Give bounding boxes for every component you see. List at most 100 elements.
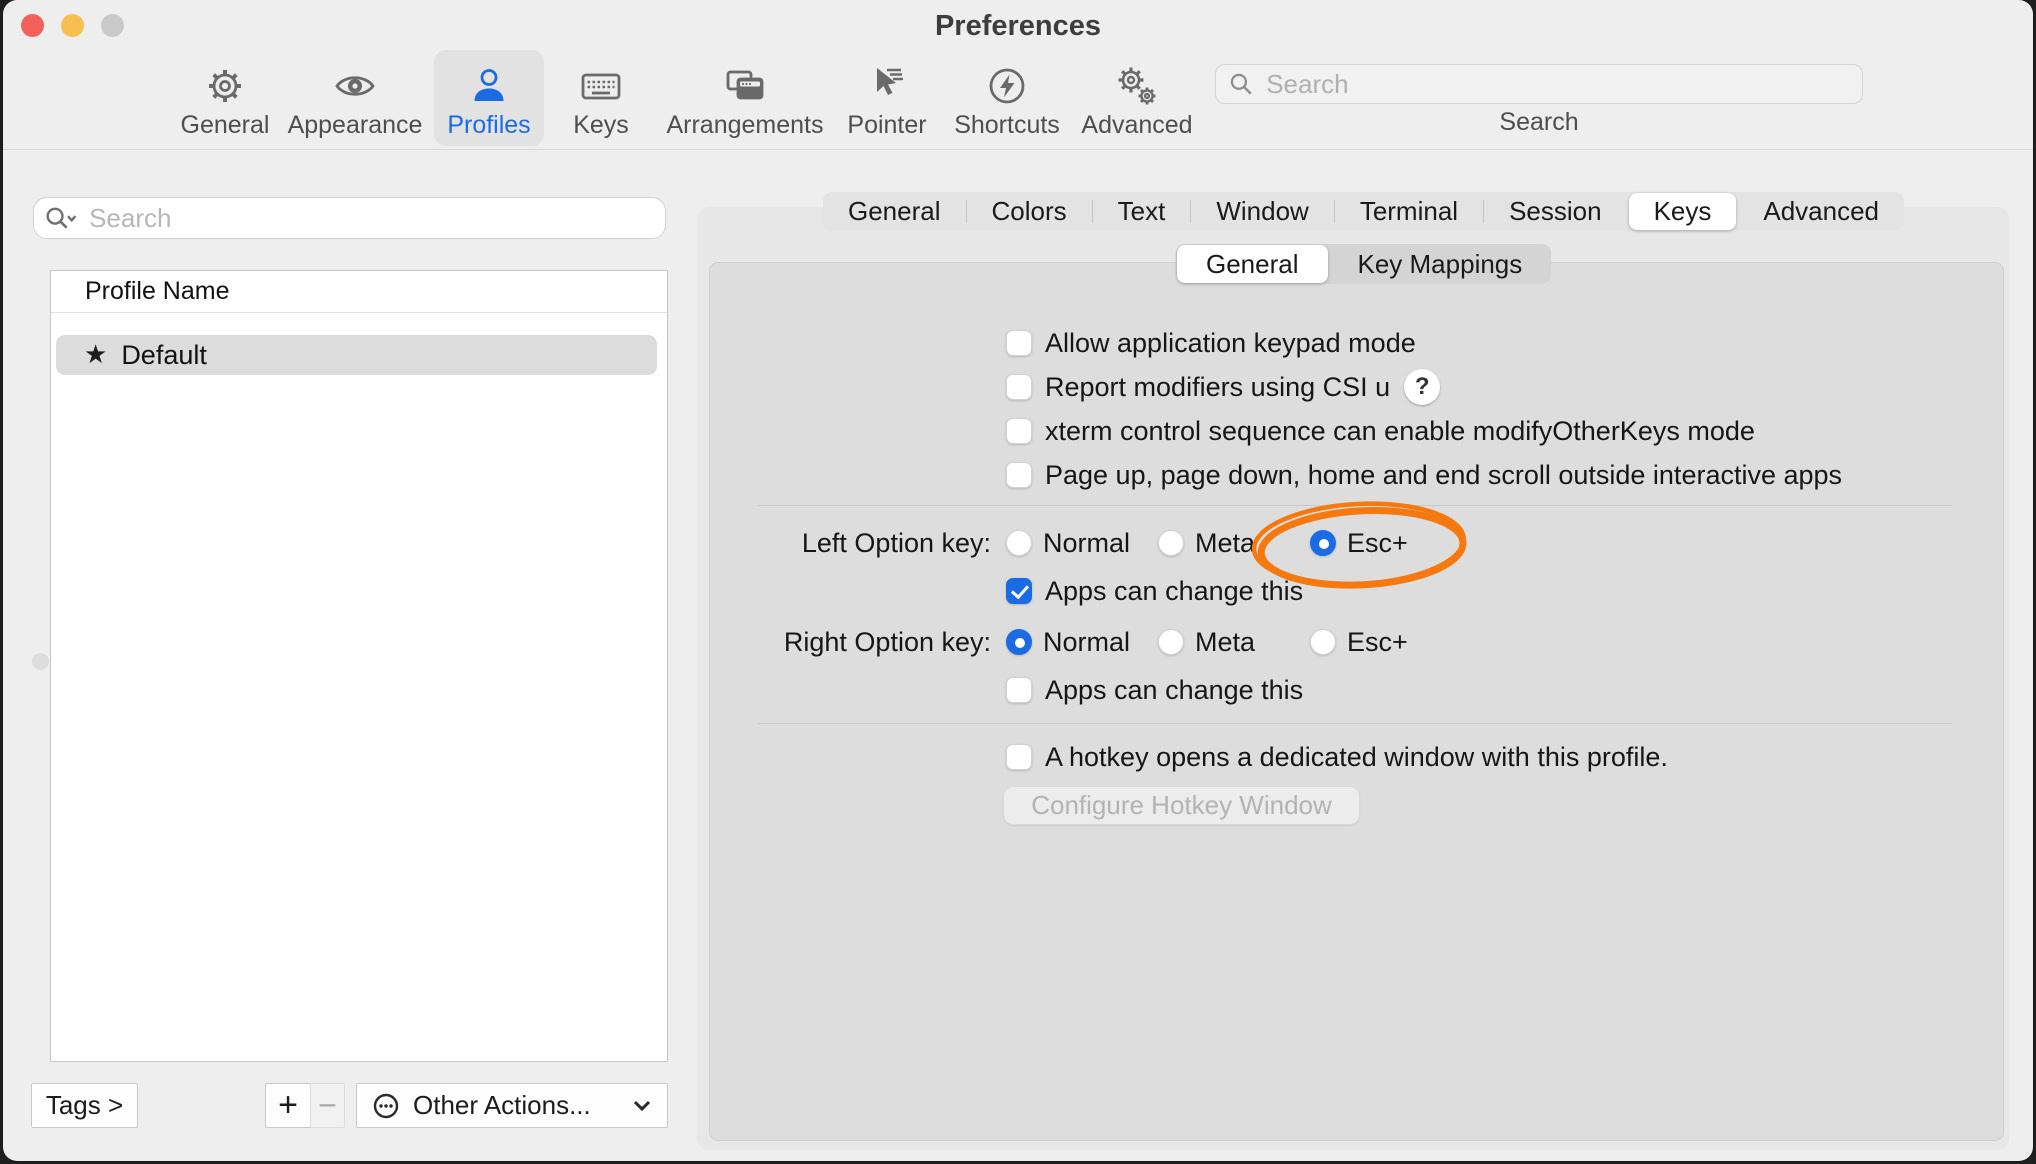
toolbar-search-label: Search (1215, 108, 1863, 137)
tags-button[interactable]: Tags > (31, 1083, 138, 1128)
toolbar-item-label: Advanced (1081, 111, 1192, 139)
radio-button[interactable] (1006, 629, 1032, 655)
section-divider (758, 505, 1952, 506)
tab-advanced[interactable]: Advanced (1738, 192, 1904, 231)
lightning-icon (985, 64, 1029, 108)
radio-label: Normal (1043, 627, 1130, 658)
toolbar-item-label: Appearance (288, 111, 423, 139)
remove-profile-button[interactable]: − (310, 1083, 345, 1128)
row-csi-u: Report modifiers using CSI u ? (1006, 370, 1440, 404)
tab-terminal[interactable]: Terminal (1335, 192, 1483, 231)
radio-label: Meta (1195, 528, 1255, 559)
checkbox[interactable] (1006, 462, 1032, 488)
add-profile-button[interactable]: + (265, 1083, 311, 1128)
checkbox-label: xterm control sequence can enable modify… (1045, 416, 1755, 447)
checkbox-label: Report modifiers using CSI u (1045, 372, 1390, 403)
checkbox[interactable] (1006, 677, 1032, 703)
tab-general[interactable]: General (823, 192, 966, 231)
preferences-window: Preferences General Appearance Profiles … (3, 0, 2033, 1161)
section-divider (758, 723, 1952, 724)
right-option-normal[interactable]: Normal (1006, 627, 1158, 658)
gears-icon (1115, 64, 1159, 108)
left-option-esc[interactable]: Esc+ (1310, 528, 1408, 559)
toolbar-item-profiles[interactable]: Profiles (434, 50, 544, 146)
profile-name: Default (121, 340, 207, 371)
radio-label: Meta (1195, 627, 1255, 658)
person-icon (467, 64, 511, 108)
help-button[interactable]: ? (1404, 369, 1440, 405)
radio-label: Esc+ (1347, 528, 1408, 559)
row-modify-other-keys: xterm control sequence can enable modify… (1006, 414, 1755, 448)
tab-text[interactable]: Text (1093, 192, 1191, 231)
radio-button[interactable] (1310, 530, 1336, 556)
right-option-meta[interactable]: Meta (1158, 627, 1310, 658)
chevron-down-icon (631, 1098, 653, 1114)
other-actions-label: Other Actions... (413, 1090, 631, 1121)
right-option-esc[interactable]: Esc+ (1310, 627, 1408, 658)
toolbar-item-label: Arrangements (666, 111, 823, 139)
subtab-key-mappings[interactable]: Key Mappings (1329, 244, 1552, 284)
row-left-apps-can-change: Apps can change this (1006, 574, 1303, 608)
checkbox-label: Apps can change this (1045, 675, 1303, 706)
checkbox-label: Page up, page down, home and end scroll … (1045, 460, 1842, 491)
keyboard-icon (579, 64, 623, 108)
toolbar-item-pointer[interactable]: Pointer (817, 50, 957, 146)
eye-icon (333, 64, 377, 108)
left-option-key-label: Left Option key: (758, 528, 991, 559)
toolbar-item-shortcuts[interactable]: Shortcuts (937, 50, 1077, 146)
toolbar-item-appearance[interactable]: Appearance (280, 50, 430, 146)
pane-resize-handle[interactable] (32, 653, 49, 670)
checkbox-label: Apps can change this (1045, 576, 1303, 607)
toolbar-item-general[interactable]: General (170, 50, 280, 146)
profile-search-input[interactable] (87, 202, 655, 235)
profile-search-field[interactable] (33, 197, 666, 239)
title-bar: Preferences (3, 0, 2033, 52)
left-option-meta[interactable]: Meta (1158, 528, 1310, 559)
tab-colors[interactable]: Colors (967, 192, 1092, 231)
checkbox-label: A hotkey opens a dedicated window with t… (1045, 742, 1668, 773)
profile-list: Profile Name ★ Default (50, 270, 668, 1062)
radio-button[interactable] (1158, 530, 1184, 556)
toolbar-item-arrangements[interactable]: Arrangements (665, 50, 825, 146)
toolbar-item-label: Shortcuts (954, 111, 1060, 139)
left-option-normal[interactable]: Normal (1006, 528, 1158, 559)
tab-session[interactable]: Session (1484, 192, 1627, 231)
profile-row-default[interactable]: ★ Default (56, 335, 657, 375)
radio-label: Normal (1043, 528, 1130, 559)
windows-icon (723, 64, 767, 108)
search-scope-icon (44, 203, 79, 233)
radio-label: Esc+ (1347, 627, 1408, 658)
star-icon: ★ (84, 340, 107, 370)
toolbar-item-advanced[interactable]: Advanced (1067, 50, 1207, 146)
checkbox[interactable] (1006, 744, 1032, 770)
checkbox[interactable] (1006, 418, 1032, 444)
right-option-key-label: Right Option key: (758, 627, 991, 658)
cursor-icon (865, 64, 909, 108)
tab-window[interactable]: Window (1191, 192, 1333, 231)
row-left-option-key: Left Option key: Normal Meta Esc+ (758, 523, 1408, 563)
toolbar-search-input[interactable] (1264, 68, 1850, 101)
row-right-apps-can-change: Apps can change this (1006, 673, 1303, 707)
toolbar-item-label: Keys (573, 111, 629, 139)
configure-hotkey-window-button: Configure Hotkey Window (1003, 786, 1360, 825)
search-icon (1228, 70, 1254, 98)
profile-tab-bar: General Colors Text Window Terminal Sess… (823, 192, 1904, 231)
radio-button[interactable] (1310, 629, 1336, 655)
other-actions-dropdown[interactable]: Other Actions... (356, 1083, 668, 1128)
window-title: Preferences (3, 10, 2033, 43)
radio-button[interactable] (1006, 530, 1032, 556)
subtab-general[interactable]: General (1177, 245, 1328, 283)
toolbar-divider (3, 149, 2033, 150)
row-keypad-mode: Allow application keypad mode (1006, 326, 1416, 360)
profile-list-header: Profile Name (51, 271, 667, 313)
row-hotkey-window: A hotkey opens a dedicated window with t… (1006, 740, 1668, 774)
ellipsis-circle-icon (371, 1091, 401, 1121)
tab-keys[interactable]: Keys (1629, 193, 1737, 230)
toolbar-item-keys[interactable]: Keys (546, 50, 656, 146)
checkbox[interactable] (1006, 330, 1032, 356)
checkbox[interactable] (1006, 578, 1032, 604)
toolbar-search-field[interactable] (1215, 64, 1863, 104)
checkbox[interactable] (1006, 374, 1032, 400)
checkbox-label: Allow application keypad mode (1045, 328, 1416, 359)
radio-button[interactable] (1158, 629, 1184, 655)
